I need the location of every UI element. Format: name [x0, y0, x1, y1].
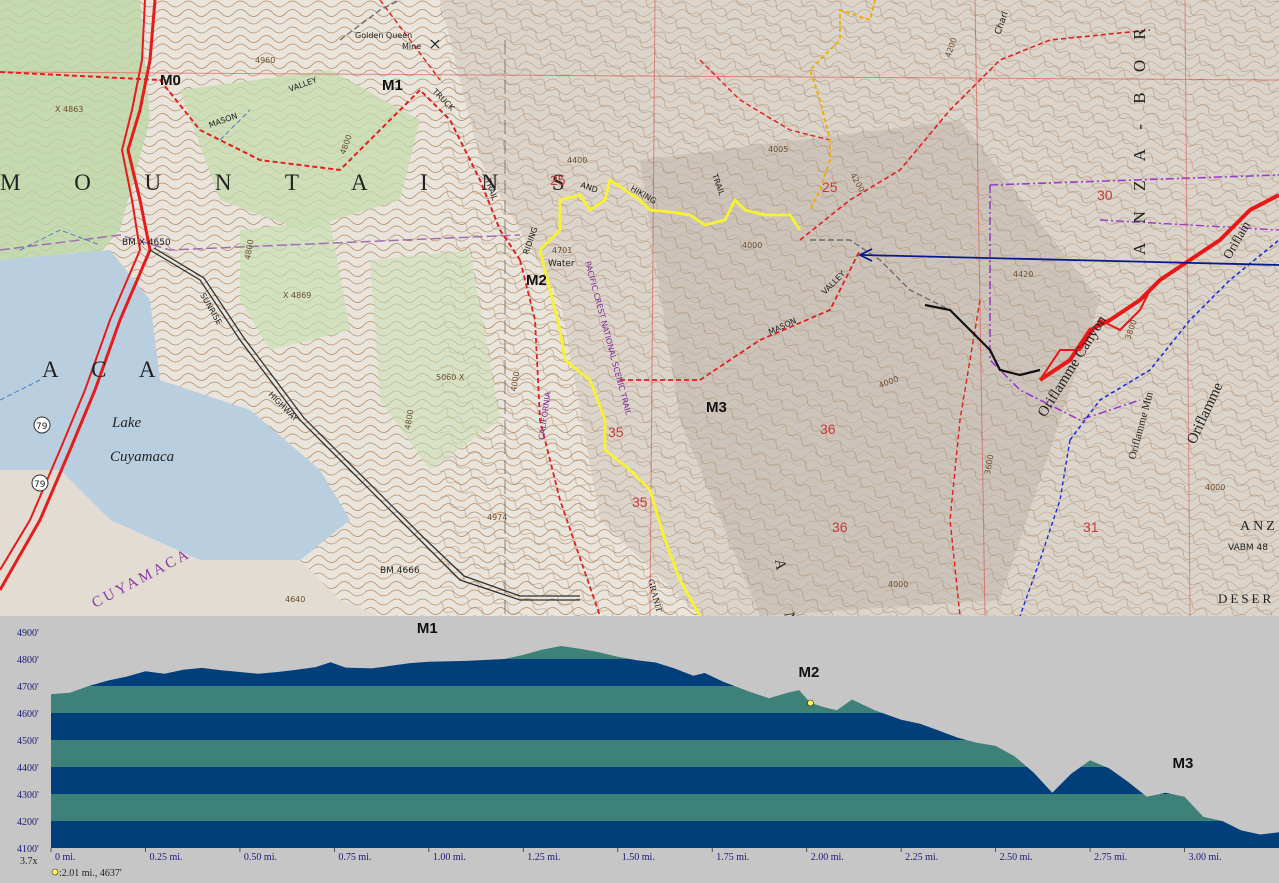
x-tick-label: 3.00 mi. — [1189, 852, 1222, 863]
elevation-band — [51, 740, 1279, 767]
water-label: Water — [548, 259, 575, 269]
elevation-band — [51, 794, 1279, 821]
bm4650-label: BM X 4650 — [122, 238, 171, 248]
elevation-band — [51, 767, 1279, 794]
y-tick-label: 4300' — [17, 790, 39, 801]
elevation-band — [51, 713, 1279, 740]
elev-4400: 4400 — [567, 156, 587, 165]
y-tick-label: 4600' — [17, 709, 39, 720]
aca-label: A C A — [42, 357, 170, 382]
elevation-band — [51, 821, 1279, 848]
y-tick-label: 4700' — [17, 682, 39, 693]
bm4666-label: BM 4666 — [380, 566, 420, 576]
x-tick-label: 0 mi. — [55, 852, 76, 863]
elev-4640: 4640 — [285, 595, 305, 604]
elev-4000d: 4000 — [1205, 483, 1225, 492]
profile-marker-m2[interactable]: M2 — [798, 664, 819, 681]
cursor-dot — [807, 699, 814, 707]
hwy79-shield-b: 79 — [31, 474, 49, 492]
elev-4000a: 4000 — [742, 241, 762, 250]
elev-4960: 4960 — [255, 56, 275, 65]
mine-label: Mine — [402, 42, 421, 51]
elevation-band — [51, 659, 1279, 686]
section-25b: 25 — [822, 179, 838, 195]
elev-4701: 4701 — [552, 246, 572, 255]
y-tick-label: 4200' — [17, 817, 39, 828]
y-tick-label: 4100' — [17, 844, 39, 855]
x-tick-label: 2.75 mi. — [1094, 852, 1127, 863]
x-tick-label: 2.00 mi. — [811, 852, 844, 863]
x-tick-label: 1.75 mi. — [716, 852, 749, 863]
mountains-label: M O U N T A I N S — [0, 170, 589, 195]
marker-m2[interactable]: M2 — [526, 272, 547, 289]
elev-4974: 4974 — [487, 513, 507, 522]
desert-label: DESER — [1218, 591, 1274, 606]
elev-4869: X 4869 — [283, 291, 311, 300]
section-30: 30 — [1097, 187, 1113, 203]
section-36a: 36 — [820, 421, 836, 437]
marker-m1[interactable]: M1 — [382, 77, 403, 94]
anza-label: ANZ — [1240, 519, 1278, 534]
elev-4863: X 4863 — [55, 105, 83, 114]
elev-4000c: 4000 — [888, 580, 908, 589]
x-tick-label: 0.50 mi. — [244, 852, 277, 863]
y-axis: 4100' 4200' 4300' 4400' 4500' 4600' 4700' 4800'… — [17, 628, 39, 855]
section-36b: 36 — [832, 519, 848, 535]
x-tick-label: 2.25 mi. — [905, 852, 938, 863]
elev-4005: 4005 — [768, 145, 788, 154]
x-tick-label: 0.75 mi. — [338, 852, 371, 863]
y-tick-label: 4400' — [17, 763, 39, 774]
x-tick-label: 1.50 mi. — [622, 852, 655, 863]
hwy79-shield-a: 79 — [33, 416, 51, 434]
section-31: 31 — [1083, 519, 1099, 535]
x-tick-label: 2.50 mi. — [1000, 852, 1033, 863]
cursor-readout: :2.01 mi., 4637' — [59, 868, 122, 879]
x-tick-label: 1.25 mi. — [527, 852, 560, 863]
marker-m0[interactable]: M0 — [160, 72, 181, 89]
y-tick-label: 4500' — [17, 736, 39, 747]
golden-queen-label: Golden Queen — [355, 31, 412, 40]
zoom-label: 3.7x — [20, 856, 38, 867]
cuyamaca-lake-label: Cuyamaca — [110, 449, 174, 465]
y-tick-label: 4800' — [17, 655, 39, 666]
elevation-profile-panel[interactable]: 4100' 4200' 4300' 4400' 4500' 4600' 4700' 4800'… — [0, 616, 1279, 883]
profile-marker-m1[interactable]: M1 — [417, 620, 438, 637]
marker-m3[interactable]: M3 — [706, 399, 727, 416]
lake-label: Lake — [111, 415, 142, 431]
section-35a: 35 — [608, 424, 624, 440]
elevation-band — [51, 686, 1279, 713]
elevation-band — [51, 646, 1279, 659]
vabm-label: VABM 48 — [1228, 543, 1268, 553]
cursor-legend-icon — [51, 868, 59, 876]
section-35b: 35 — [632, 494, 648, 510]
elev-4420: 4420 — [1013, 270, 1033, 279]
topo-map[interactable]: M O U N T A I N S A C A Lake Cuyamaca CU… — [0, 0, 1279, 616]
profile-marker-m3[interactable]: M3 — [1173, 755, 1194, 772]
hwy79-label-b: 79 — [34, 480, 46, 490]
elevation-profile-chart[interactable]: 4100' 4200' 4300' 4400' 4500' 4600' 4700' 4800'… — [0, 616, 1279, 883]
elevation-bands — [51, 646, 1279, 848]
y-tick-label: 4900' — [17, 628, 39, 639]
x-axis: 0 mi. 0.25 mi. 0.50 mi. 0.75 mi. 1.00 mi. 1.2… — [50, 848, 1222, 863]
anza-borrego-label: A N Z A - B O R — [1130, 20, 1149, 255]
hwy79-label-a: 79 — [36, 422, 48, 432]
elev-5060: 5060 X — [436, 373, 465, 382]
x-tick-label: 0.25 mi. — [149, 852, 182, 863]
x-tick-label: 1.00 mi. — [433, 852, 466, 863]
section-25a: 25 — [550, 172, 566, 188]
